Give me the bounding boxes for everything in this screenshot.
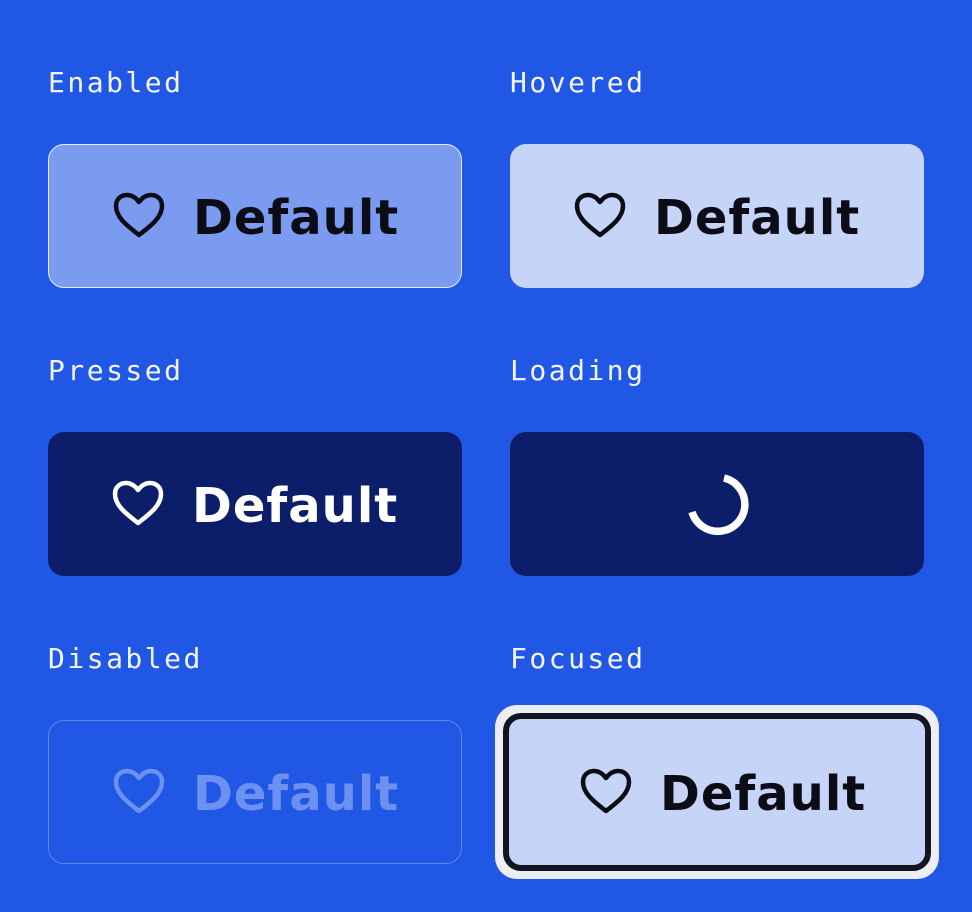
default-button-loading[interactable] bbox=[510, 432, 924, 576]
state-label-pressed: Pressed bbox=[48, 354, 184, 387]
heart-icon bbox=[113, 768, 165, 814]
heart-icon bbox=[574, 192, 626, 238]
default-button-hovered[interactable]: Default bbox=[510, 144, 924, 288]
button-states-showcase: { "states": { "enabled": { "title": "Ena… bbox=[0, 0, 972, 912]
button-label: Default bbox=[192, 478, 399, 534]
heart-icon bbox=[113, 192, 165, 238]
state-label-hovered: Hovered bbox=[510, 66, 646, 99]
state-label-loading: Loading bbox=[510, 354, 646, 387]
state-label-disabled: Disabled bbox=[48, 642, 203, 675]
button-label: Default bbox=[660, 766, 867, 822]
button-label: Default bbox=[654, 190, 861, 246]
default-button-disabled: Default bbox=[48, 720, 462, 864]
spinner-icon bbox=[688, 474, 749, 536]
heart-icon bbox=[112, 480, 164, 526]
default-button-enabled[interactable]: Default bbox=[48, 144, 462, 288]
state-label-focused: Focused bbox=[510, 642, 646, 675]
state-label-enabled: Enabled bbox=[48, 66, 184, 99]
button-label: Default bbox=[193, 766, 400, 822]
heart-icon bbox=[580, 768, 632, 814]
default-button-pressed[interactable]: Default bbox=[48, 432, 462, 576]
button-label: Default bbox=[193, 190, 400, 246]
default-button-focused[interactable]: Default bbox=[503, 713, 931, 871]
